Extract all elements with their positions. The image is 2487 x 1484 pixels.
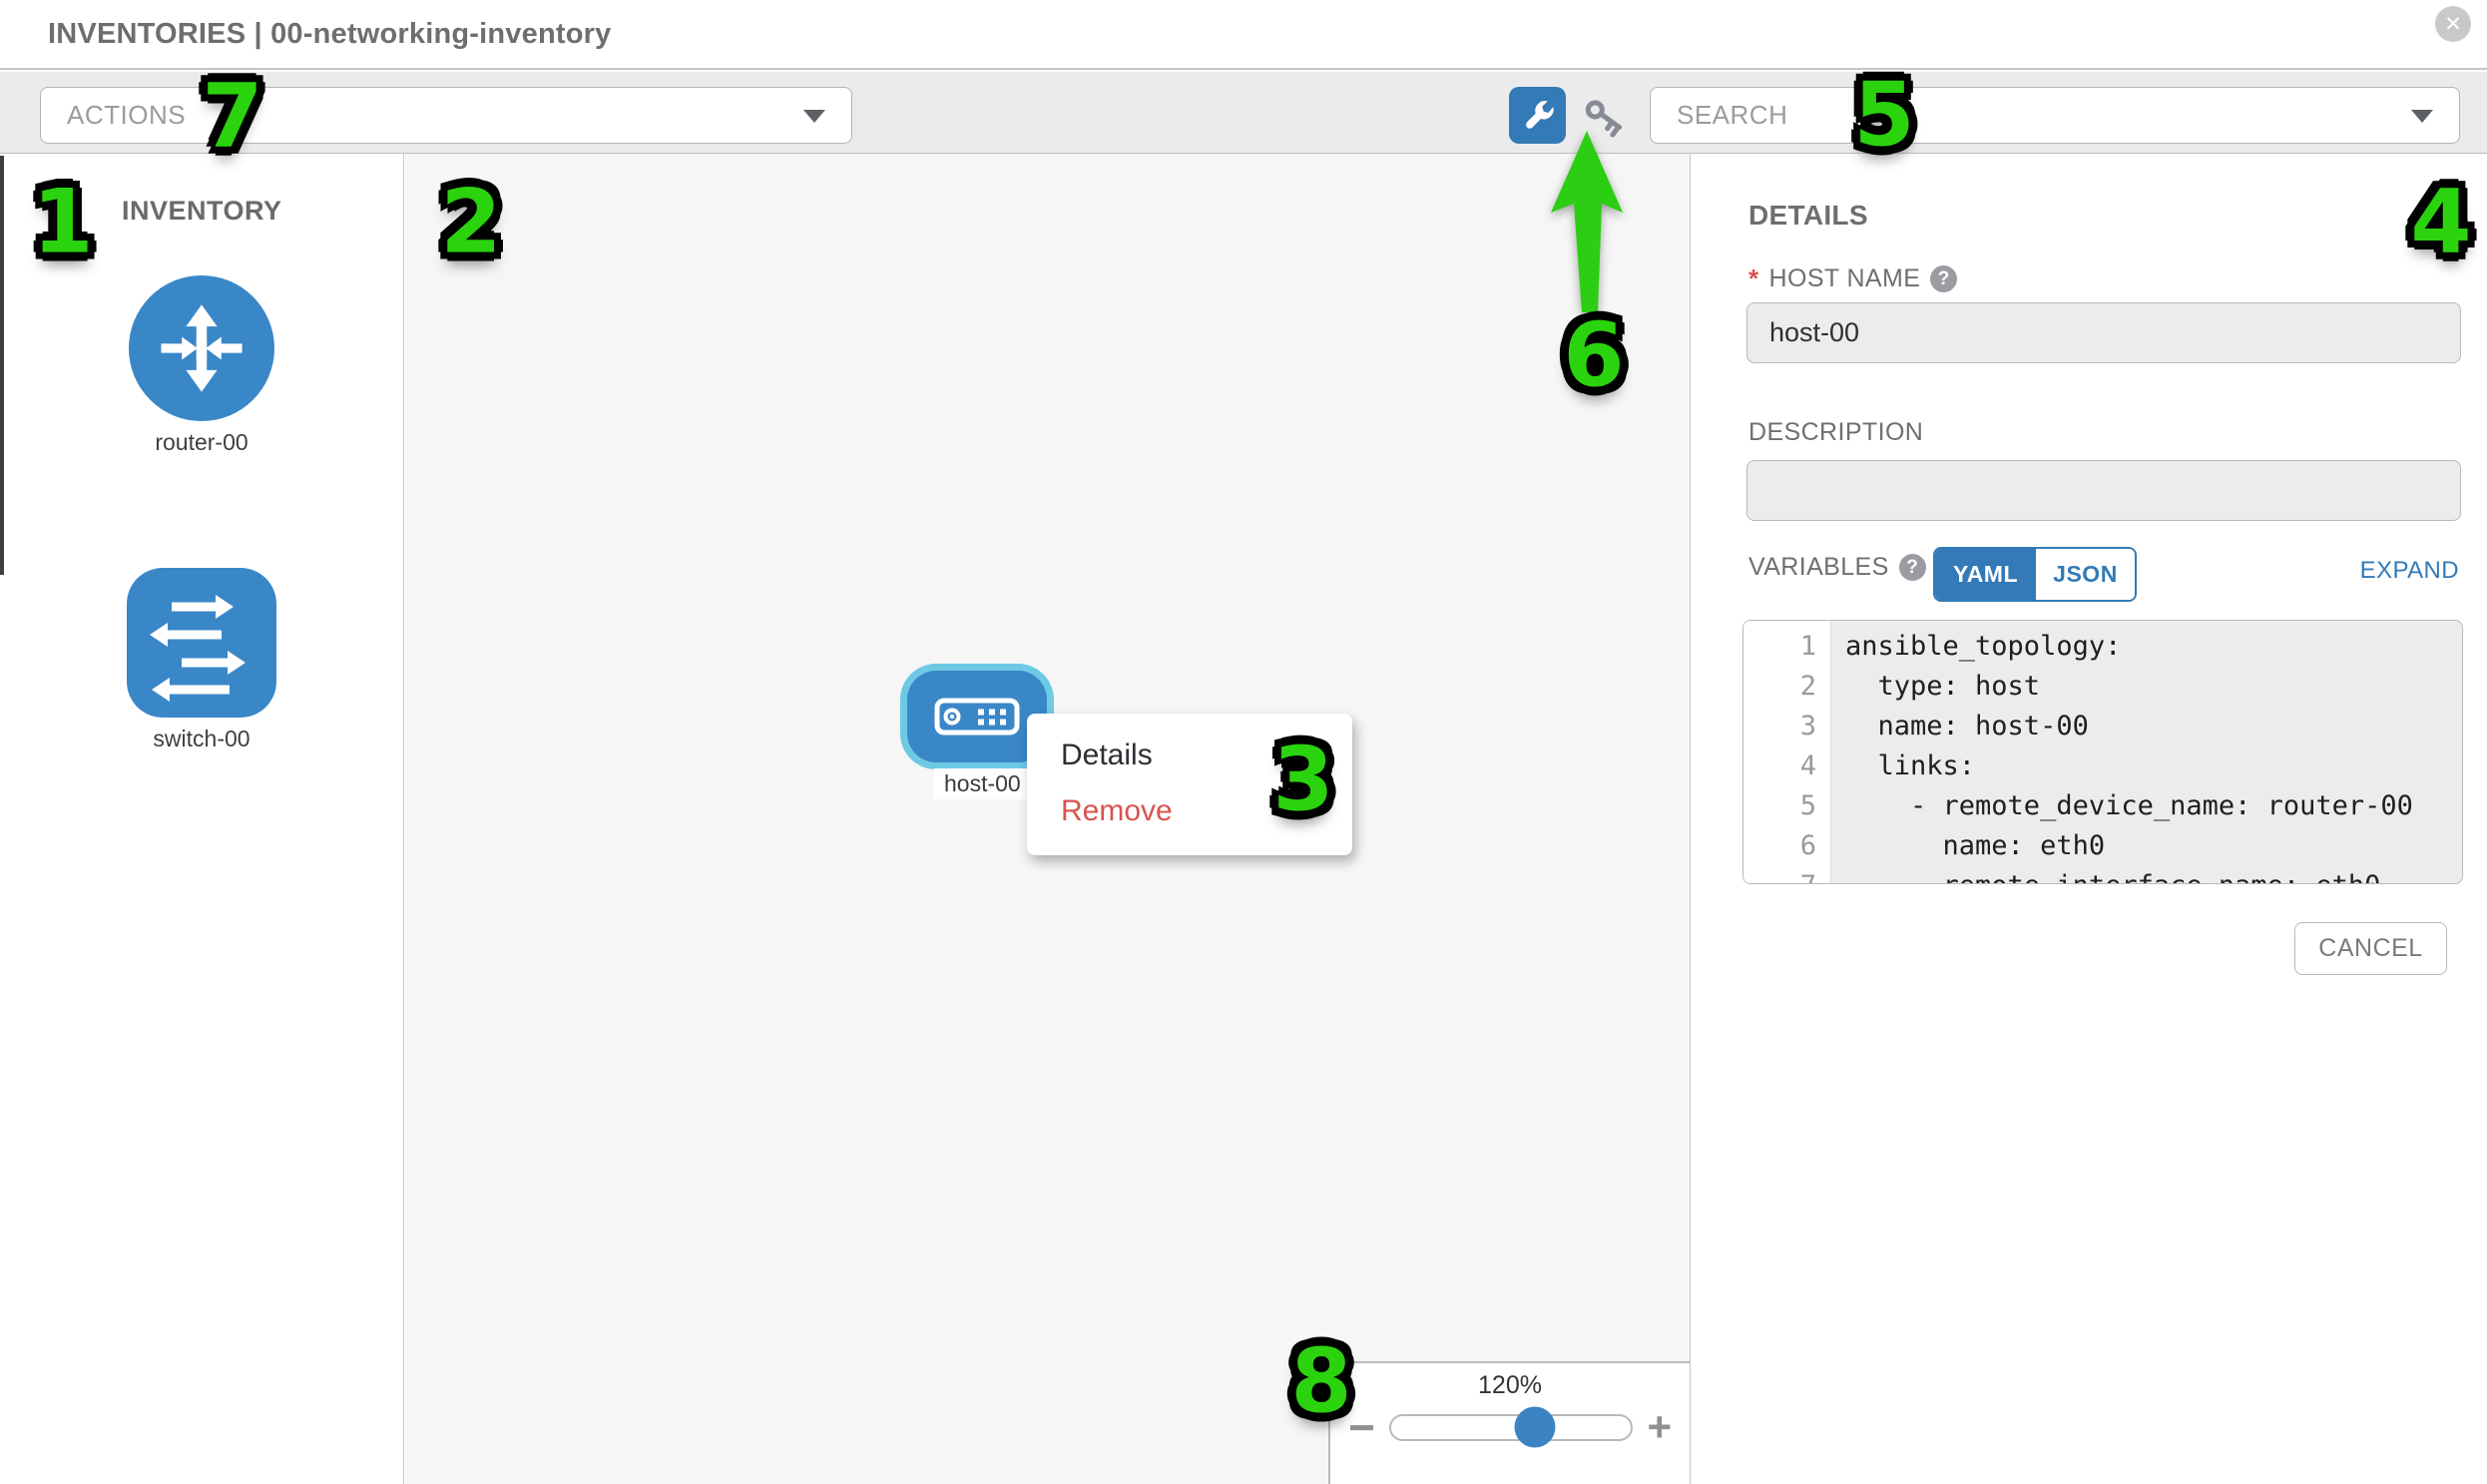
editor-code-area[interactable]: ansible_topology: type: host name: host-… xyxy=(1831,621,2462,883)
main-area: INVENTORY router-00 xyxy=(0,153,2487,1484)
sidebar-edge-strip xyxy=(0,156,4,575)
code-line: - remote_device_name: router-00 xyxy=(1845,786,2462,826)
key-button[interactable] xyxy=(1581,94,1629,140)
line-number: 2 xyxy=(1743,667,1816,707)
app-window: INVENTORIES | 00-networking-inventory ✕ … xyxy=(0,0,2487,1484)
editor-gutter: 1 2 3 4 5 6 7 xyxy=(1743,621,1831,883)
code-line: remote_interface_name: eth0 xyxy=(1845,866,2462,884)
key-icon xyxy=(1581,94,1629,140)
line-number: 7 xyxy=(1743,866,1816,884)
sidebar-item-router[interactable]: router-00 xyxy=(129,275,274,456)
code-line: name: host-00 xyxy=(1845,707,2462,746)
search-dropdown-label: SEARCH xyxy=(1677,100,1787,131)
code-line: name: eth0 xyxy=(1845,826,2462,866)
variables-label: VARIABLES xyxy=(1748,553,1889,582)
zoom-slider-track[interactable] xyxy=(1389,1414,1634,1441)
zoom-out-button[interactable]: − xyxy=(1348,1404,1375,1450)
toolbar: ACTIONS SEARCH xyxy=(0,72,2487,153)
header: INVENTORIES | 00-networking-inventory ✕ xyxy=(0,0,2487,70)
host-name-field[interactable] xyxy=(1746,302,2461,363)
context-menu: Details Remove xyxy=(1027,714,1352,855)
details-panel: DETAILS * HOST NAME ? DESCRIPTION VARIAB… xyxy=(1691,154,2487,1484)
zoom-slider-thumb[interactable] xyxy=(1515,1407,1556,1448)
host-name-label-row: * HOST NAME ? xyxy=(1748,263,1957,294)
router-icon xyxy=(129,275,274,421)
zoom-level-label: 120% xyxy=(1330,1371,1690,1400)
description-label-row: DESCRIPTION xyxy=(1748,418,1923,447)
host-icon xyxy=(934,698,1020,736)
expand-link[interactable]: EXPAND xyxy=(2360,557,2459,585)
panel-title: DETAILS xyxy=(1748,200,1868,232)
context-menu-item-remove[interactable]: Remove xyxy=(1027,783,1352,839)
line-number: 4 xyxy=(1743,746,1816,786)
sidebar-item-switch[interactable]: switch-00 xyxy=(129,568,274,752)
description-label: DESCRIPTION xyxy=(1748,418,1923,447)
variables-label-row: VARIABLES ? xyxy=(1748,553,1926,582)
host-node-body xyxy=(907,671,1047,762)
close-button[interactable]: ✕ xyxy=(2435,6,2471,42)
help-icon[interactable]: ? xyxy=(1899,554,1926,581)
zoom-in-button[interactable]: + xyxy=(1647,1406,1672,1448)
line-number: 1 xyxy=(1743,627,1816,667)
page-title: INVENTORIES | 00-networking-inventory xyxy=(48,18,611,51)
required-asterisk: * xyxy=(1748,263,1759,294)
zoom-control: 120% − + xyxy=(1328,1361,1690,1484)
close-icon: ✕ xyxy=(2444,12,2462,37)
switch-icon xyxy=(127,568,276,718)
format-toggle: YAML JSON xyxy=(1933,547,2137,602)
toggle-yaml[interactable]: YAML xyxy=(1935,549,2036,600)
actions-dropdown[interactable]: ACTIONS xyxy=(40,87,852,144)
code-line: type: host xyxy=(1845,667,2462,707)
search-dropdown[interactable]: SEARCH xyxy=(1650,87,2460,144)
chevron-down-icon xyxy=(803,110,825,123)
line-number: 3 xyxy=(1743,707,1816,746)
host-node-label: host-00 xyxy=(934,768,1031,799)
sidebar-title: INVENTORY xyxy=(122,196,282,227)
device-label: switch-00 xyxy=(129,726,274,752)
description-field[interactable] xyxy=(1746,460,2461,521)
topology-canvas[interactable]: host-00 Details Remove 120% − + xyxy=(405,154,1691,1484)
device-label: router-00 xyxy=(129,429,274,456)
inventory-sidebar: INVENTORY router-00 xyxy=(0,154,404,1484)
chevron-down-icon xyxy=(2411,110,2433,123)
code-line: ansible_topology: xyxy=(1845,627,2462,667)
host-name-label: HOST NAME xyxy=(1769,264,1921,293)
wrench-icon xyxy=(1520,98,1556,134)
cancel-button[interactable]: CANCEL xyxy=(2294,922,2447,975)
help-icon[interactable]: ? xyxy=(1930,265,1957,292)
line-number: 6 xyxy=(1743,826,1816,866)
code-line: links: xyxy=(1845,746,2462,786)
toggle-json[interactable]: JSON xyxy=(2036,549,2135,600)
context-menu-item-details[interactable]: Details xyxy=(1027,728,1352,783)
actions-dropdown-label: ACTIONS xyxy=(67,100,186,131)
variables-editor: 1 2 3 4 5 6 7 ansible_topology: type: ho… xyxy=(1742,620,2463,884)
line-number: 5 xyxy=(1743,786,1816,826)
tools-button[interactable] xyxy=(1509,87,1566,144)
